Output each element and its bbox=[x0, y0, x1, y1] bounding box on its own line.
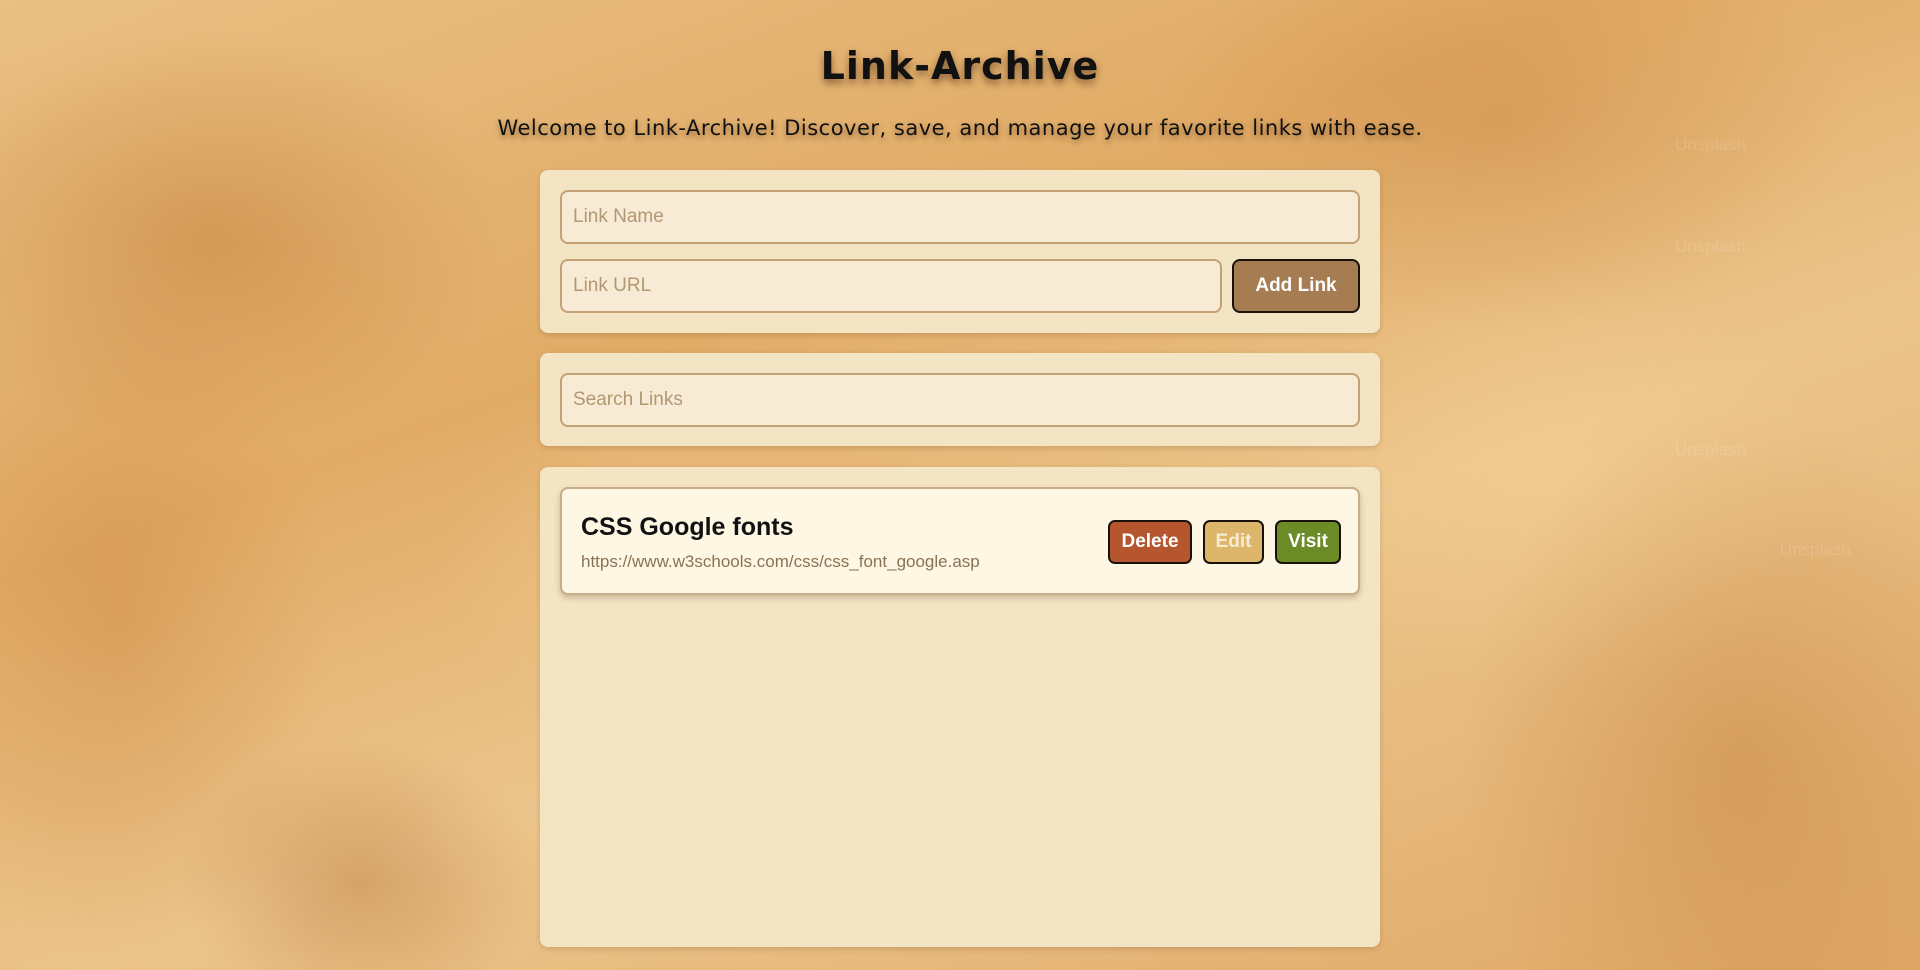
edit-button[interactable]: Edit bbox=[1203, 520, 1264, 564]
watermark: Unsplash bbox=[1780, 540, 1851, 559]
watermark: Unsplash bbox=[1675, 237, 1746, 256]
add-link-form: Add Link bbox=[540, 170, 1380, 333]
page-title: Link-Archive bbox=[820, 44, 1100, 88]
link-name: CSS Google fonts bbox=[581, 513, 794, 541]
link-url-input[interactable] bbox=[560, 259, 1222, 313]
link-url[interactable]: https://www.w3schools.com/css/css_font_g… bbox=[581, 552, 980, 572]
link-list: CSS Google fonts https://www.w3schools.c… bbox=[540, 467, 1380, 947]
search-input[interactable] bbox=[560, 373, 1360, 427]
add-link-button[interactable]: Add Link bbox=[1232, 259, 1360, 313]
delete-button[interactable]: Delete bbox=[1108, 520, 1192, 564]
link-card: CSS Google fonts https://www.w3schools.c… bbox=[560, 487, 1360, 595]
page-subtitle: Welcome to Link-Archive! Discover, save,… bbox=[497, 116, 1423, 140]
search-panel bbox=[540, 353, 1380, 446]
visit-button[interactable]: Visit bbox=[1275, 520, 1341, 564]
link-name-input[interactable] bbox=[560, 190, 1360, 244]
watermark: Unsplash bbox=[1675, 440, 1746, 459]
